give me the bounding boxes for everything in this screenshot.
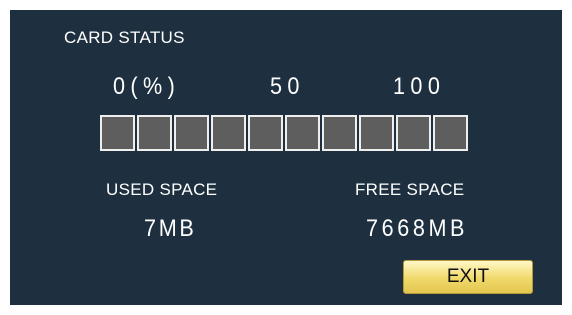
- exit-button[interactable]: EXIT: [403, 260, 533, 294]
- usage-bar-segment: [396, 115, 431, 151]
- usage-bar-segment: [359, 115, 394, 151]
- free-space-value: 7668MB: [366, 215, 469, 242]
- card-status-screen: CARD STATUS 0(%) 50 100 USED SPACE FREE …: [10, 10, 562, 305]
- scale-label-middle: 50: [270, 73, 305, 100]
- usage-bar-segment: [433, 115, 468, 151]
- usage-bar-segment: [137, 115, 172, 151]
- used-space-label: USED SPACE: [106, 180, 218, 199]
- used-space-value: 7MB: [144, 215, 197, 242]
- page-title: CARD STATUS: [64, 28, 185, 47]
- usage-bar-segment: [285, 115, 320, 151]
- free-space-label: FREE SPACE: [355, 180, 465, 199]
- usage-bar-segment: [322, 115, 357, 151]
- usage-bar-segment: [211, 115, 246, 151]
- scale-label-end: 100: [393, 73, 446, 100]
- usage-bar: [100, 115, 468, 151]
- usage-bar-segment: [174, 115, 209, 151]
- scale-label-start: 0(%): [113, 73, 181, 100]
- usage-bar-segment: [100, 115, 135, 151]
- usage-bar-segment: [248, 115, 283, 151]
